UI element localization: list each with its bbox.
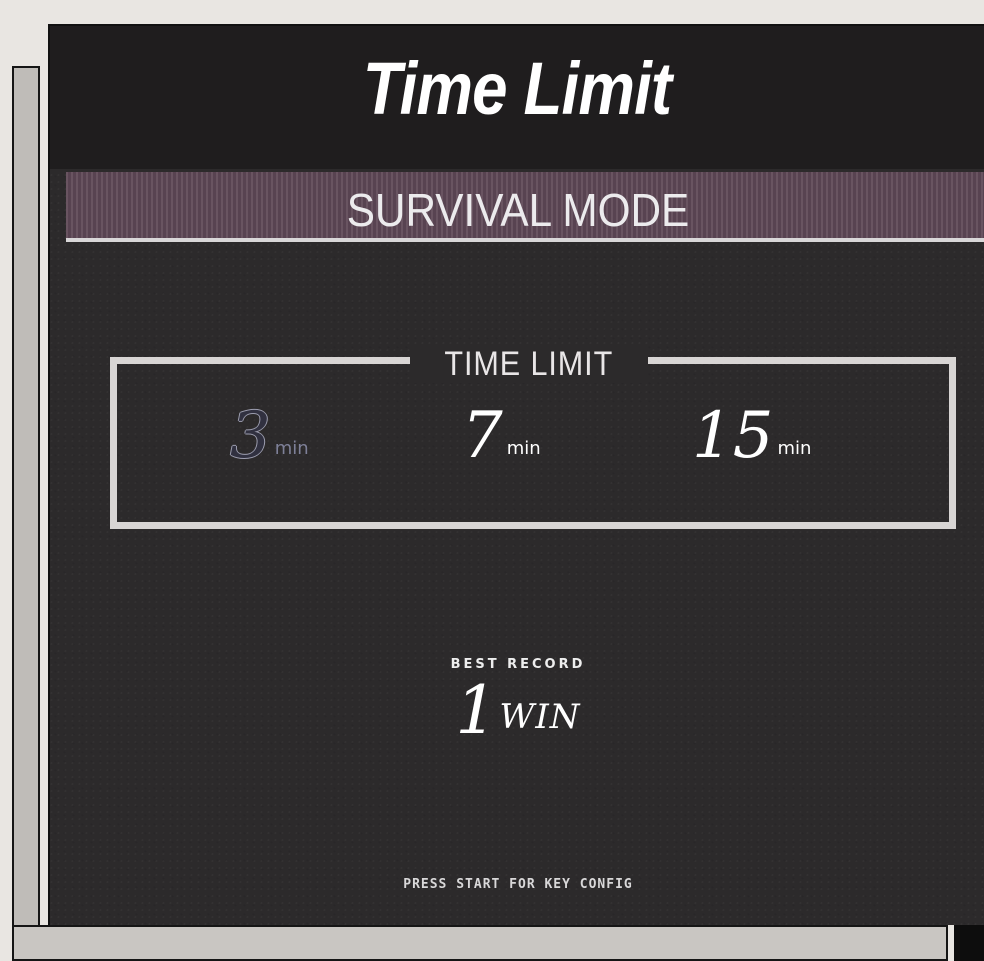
time-limit-label: TIME LIMIT [444,345,614,383]
page-title: Time Limit [362,47,672,130]
time-limit-label-wrap: TIME LIMIT [410,345,648,383]
best-record-number: 1 [455,672,498,749]
time-option-unit: min [777,438,812,459]
best-record-value: 1WIN [50,678,984,744]
time-option-7-min[interactable]: 7 min [462,404,541,468]
game-menu-screen: Time Limit SURVIVAL MODE TIME LIMIT 3 min… [48,24,984,925]
best-record-unit: WIN [499,697,581,737]
time-option-15-min[interactable]: 15 min [692,404,811,468]
time-option-3-min[interactable]: 3 min [230,404,309,468]
time-option-unit: min [274,438,309,459]
mode-title: SURVIVAL MODE [346,184,690,236]
time-option-unit: min [506,438,541,459]
time-option-value: 7 [462,399,503,473]
page-bottom-strip [12,925,948,961]
page-shadow-strip [12,66,40,961]
best-record-label: BEST RECORD [450,657,586,672]
time-option-value: 15 [692,399,774,473]
page-bottom-corner [954,925,984,961]
key-config-hint: PRESS START FOR KEY CONFIG [403,877,633,892]
mode-divider [66,238,984,242]
time-option-value: 3 [230,399,271,473]
